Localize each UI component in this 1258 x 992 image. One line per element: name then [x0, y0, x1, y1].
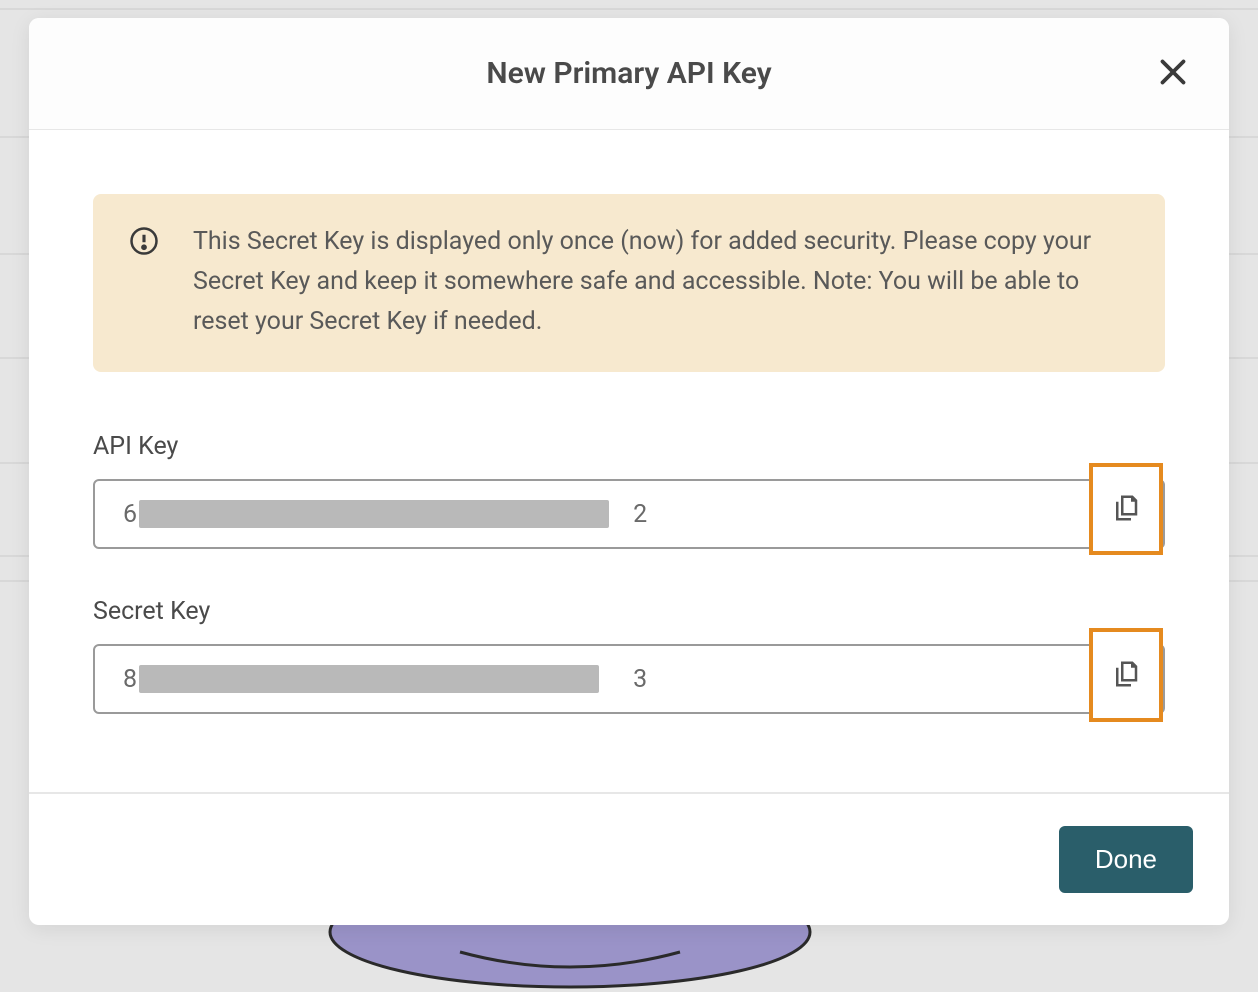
secret-key-label: Secret Key — [93, 597, 1165, 626]
api-key-label: API Key — [93, 432, 1165, 461]
redaction-bar — [139, 500, 609, 528]
copy-icon — [1111, 659, 1141, 692]
copy-icon — [1111, 493, 1141, 526]
modal-header: New Primary API Key — [29, 18, 1229, 130]
secret-key-suffix: 3 — [633, 665, 647, 694]
api-key-field-group: API Key 6 xxxxxxxxxxxxxxxxxxxxxxxxxxxxxx… — [93, 432, 1165, 549]
modal-title: New Primary API Key — [486, 56, 771, 91]
api-key-suffix: 2 — [633, 500, 647, 529]
done-button[interactable]: Done — [1059, 826, 1193, 893]
api-key-modal: New Primary API Key This Secret Key is d… — [29, 18, 1229, 925]
secret-key-value[interactable]: 8 xxxxxxxxxxxxxxxxxxxxxxxxxxxxxxxxxxxxxx… — [93, 644, 1165, 714]
warning-text: This Secret Key is displayed only once (… — [193, 222, 1129, 342]
secret-key-field-group: Secret Key 8 xxxxxxxxxxxxxxxxxxxxxxxxxxx… — [93, 597, 1165, 714]
copy-secret-key-button[interactable] — [1089, 628, 1163, 722]
warning-icon — [129, 226, 159, 260]
api-key-value[interactable]: 6 xxxxxxxxxxxxxxxxxxxxxxxxxxxxxxxxxxxxxx… — [93, 479, 1165, 549]
close-icon — [1155, 54, 1191, 93]
redaction-bar — [139, 665, 599, 693]
modal-body: This Secret Key is displayed only once (… — [29, 130, 1229, 792]
warning-banner: This Secret Key is displayed only once (… — [93, 194, 1165, 372]
api-key-prefix: 6 — [123, 500, 137, 529]
secret-key-prefix: 8 — [123, 665, 137, 694]
copy-api-key-button[interactable] — [1089, 463, 1163, 555]
modal-footer: Done — [29, 792, 1229, 925]
close-button[interactable] — [1151, 52, 1195, 96]
